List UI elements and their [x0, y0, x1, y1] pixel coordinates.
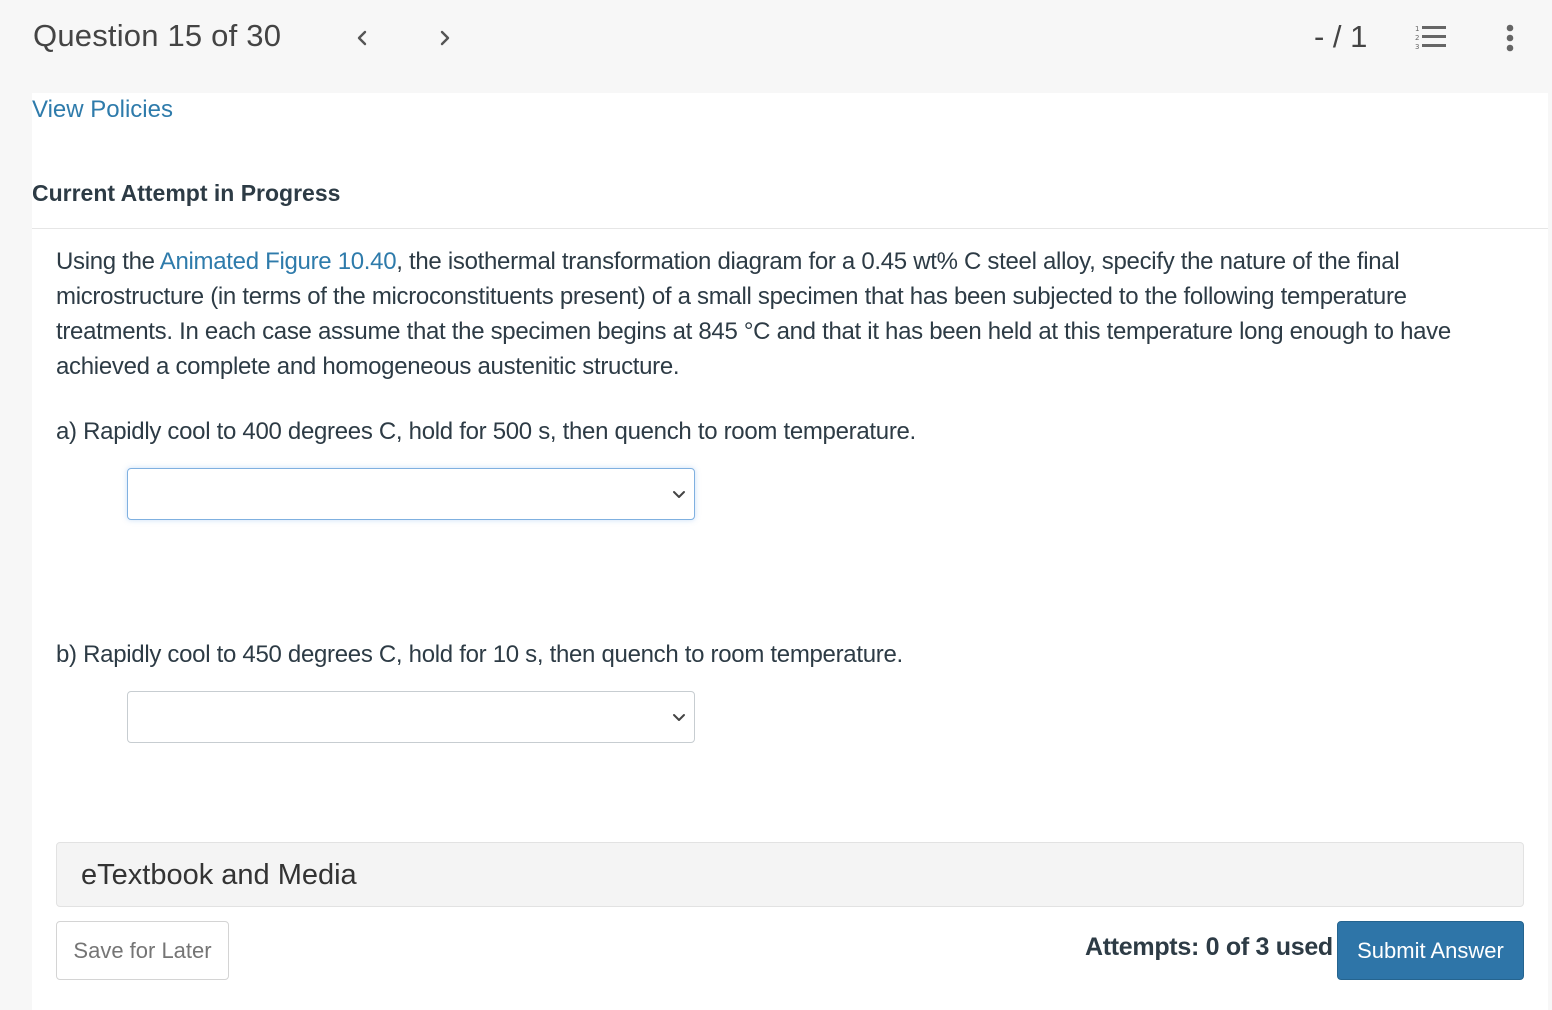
question-text: Using the Animated Figure 10.40, the iso…	[56, 244, 1526, 384]
submit-answer-button[interactable]: Submit Answer	[1337, 921, 1524, 980]
top-bar: Question 15 of 30 - / 1 1 2 3	[0, 0, 1552, 93]
chevron-down-icon	[673, 491, 685, 498]
divider	[32, 228, 1548, 229]
next-question-button[interactable]	[430, 20, 460, 56]
svg-text:1: 1	[1415, 25, 1419, 33]
more-vertical-icon	[1506, 24, 1514, 52]
more-options-button[interactable]	[1496, 20, 1524, 56]
chevron-right-icon	[440, 30, 450, 46]
animated-figure-link[interactable]: Animated Figure 10.40	[160, 248, 397, 275]
svg-text:2: 2	[1415, 34, 1419, 42]
part-a-label: a) Rapidly cool to 400 degrees C, hold f…	[56, 418, 916, 445]
question-list-button[interactable]: 1 2 3	[1414, 22, 1452, 52]
previous-question-button[interactable]	[347, 20, 377, 56]
score-display: - / 1	[1314, 19, 1368, 54]
save-for-later-button[interactable]: Save for Later	[56, 921, 229, 980]
part-b-label: b) Rapidly cool to 450 degrees C, hold f…	[56, 641, 903, 668]
question-text-start: Using the	[56, 248, 160, 275]
question-panel: View Policies Current Attempt in Progres…	[32, 93, 1548, 1010]
chevron-left-icon	[357, 30, 367, 46]
view-policies-link[interactable]: View Policies	[32, 96, 173, 124]
etextbook-media-toggle[interactable]: eTextbook and Media	[56, 842, 1524, 907]
numbered-list-icon: 1 2 3	[1415, 25, 1446, 51]
chevron-down-icon	[673, 714, 685, 721]
attempt-heading: Current Attempt in Progress	[32, 180, 341, 206]
part-a-answer-select[interactable]	[127, 468, 695, 520]
part-b-answer-select[interactable]	[127, 691, 695, 743]
svg-text:3: 3	[1415, 43, 1419, 51]
attempts-counter: Attempts: 0 of 3 used	[1085, 933, 1333, 961]
etextbook-media-label: eTextbook and Media	[81, 859, 357, 891]
question-counter: Question 15 of 30	[33, 18, 282, 53]
